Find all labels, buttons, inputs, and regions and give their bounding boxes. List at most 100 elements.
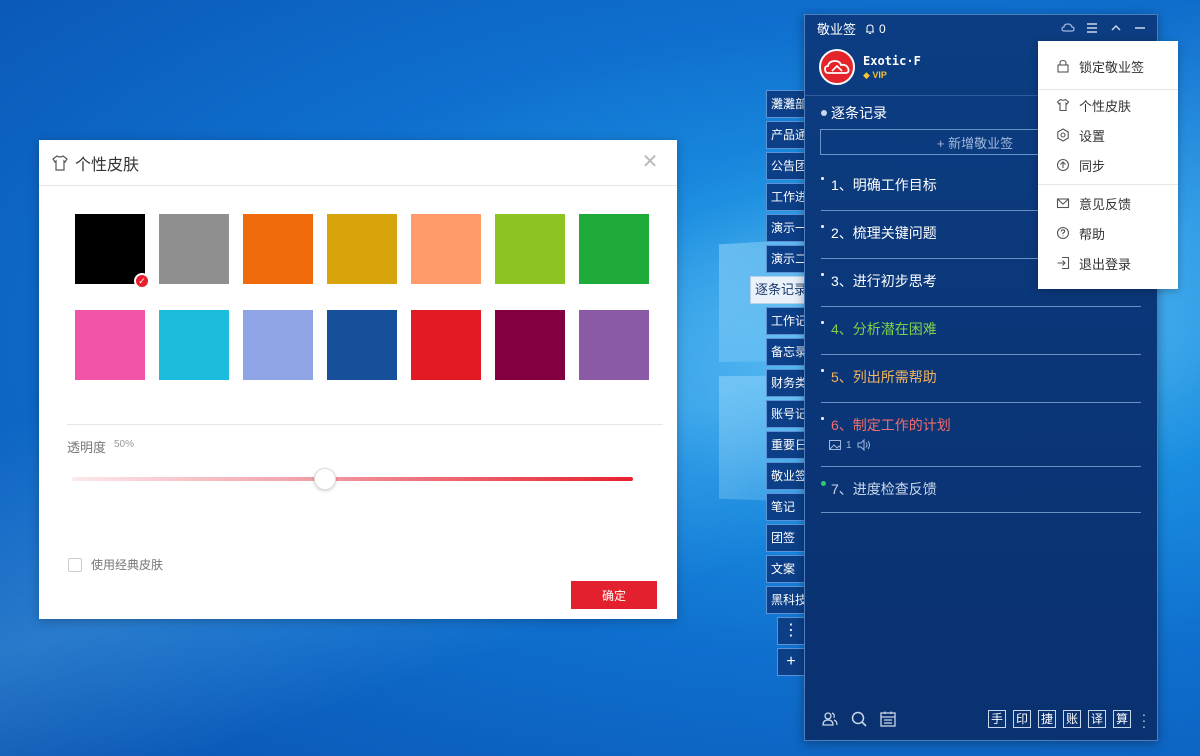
check-icon: ✓ [134, 273, 150, 289]
skin-swatch[interactable] [327, 214, 397, 284]
note-attachments: 1 [829, 439, 871, 451]
category-tab[interactable]: 财务类 [766, 369, 806, 397]
menu-item-sync[interactable]: 同步 [1038, 151, 1178, 179]
menu-item-help[interactable]: 帮助 [1038, 219, 1178, 247]
category-tab[interactable]: 演示一 [766, 214, 806, 242]
dialog-divider [67, 424, 663, 425]
category-tab[interactable]: 文案 [766, 555, 806, 583]
classic-skin-option[interactable]: 使用经典皮肤 [68, 556, 163, 573]
menu-item-label: 退出登录 [1079, 256, 1132, 272]
more-vertical-icon[interactable]: · · · [1141, 707, 1147, 733]
note-bullet-icon [821, 481, 826, 486]
opacity-slider-track[interactable] [72, 477, 633, 481]
note-item[interactable]: 6、制定工作的计划 1 [821, 403, 1141, 467]
collapse-icon[interactable] [1109, 21, 1123, 35]
logout-icon [1057, 256, 1070, 270]
category-tab[interactable]: 敬业签 [766, 462, 806, 490]
category-tab[interactable]: 工作进 [766, 183, 806, 211]
skin-swatch[interactable] [159, 310, 229, 380]
bottom-left-tools [821, 710, 897, 728]
section-title: 逐条记录 [821, 103, 887, 123]
skin-swatch[interactable] [243, 214, 313, 284]
note-bullet-icon [821, 321, 824, 324]
skin-swatch[interactable] [327, 310, 397, 380]
notification-indicator[interactable]: 0 [864, 22, 886, 36]
more-tabs-icon[interactable]: ⋮ [777, 617, 805, 645]
category-tab[interactable]: 黑科技 [766, 586, 806, 614]
category-tab[interactable]: 灘灘部 [766, 90, 806, 118]
category-tab[interactable]: 工作记 [766, 307, 806, 335]
search-icon[interactable] [850, 710, 868, 728]
category-tab[interactable]: 逐条记录 [750, 276, 806, 304]
image-icon [829, 440, 841, 450]
settings-icon [1057, 128, 1069, 142]
attachment-count: 1 [846, 439, 852, 451]
user-profile[interactable]: Exotic·F ◆ VIP [819, 49, 921, 85]
category-tab[interactable]: 笔记 [766, 493, 806, 521]
titlebar-controls [1061, 21, 1147, 35]
skin-swatch[interactable] [411, 214, 481, 284]
skin-dialog: 个性皮肤 ✕ ✓ 透明度 50% 使用经典皮肤 确定 [39, 140, 677, 619]
close-icon[interactable]: ✕ [641, 152, 659, 172]
opacity-label: 透明度 [67, 440, 107, 455]
vip-badge: ◆ VIP [863, 69, 887, 80]
note-item[interactable]: 7、进度检查反馈 [821, 467, 1141, 513]
note-text: 5、列出所需帮助 [831, 369, 937, 385]
category-tab[interactable]: 备忘录 [766, 338, 806, 366]
skin-swatch[interactable] [75, 310, 145, 380]
menu-divider [1038, 184, 1178, 185]
bottom-tool-button[interactable]: 手 [988, 710, 1006, 728]
menu-item-label: 设置 [1079, 128, 1106, 144]
classic-skin-label: 使用经典皮肤 [91, 558, 164, 572]
bottom-tool-button[interactable]: 译 [1088, 710, 1106, 728]
note-bullet-icon [821, 273, 824, 276]
note-item[interactable]: 5、列出所需帮助 [821, 355, 1141, 403]
vip-badge-label: VIP [872, 69, 887, 80]
skin-swatch[interactable]: ✓ [75, 214, 150, 289]
skin-swatch[interactable] [495, 214, 565, 284]
skin-dialog-header: 个性皮肤 [39, 140, 677, 186]
bottom-tool-button[interactable]: 算 [1113, 710, 1131, 728]
ok-button[interactable]: 确定 [571, 581, 657, 609]
menu-item-settings[interactable]: 设置 [1038, 121, 1178, 149]
category-tab[interactable]: 产品通 [766, 121, 806, 149]
skin-swatch[interactable] [159, 214, 229, 284]
menu-item-feedback[interactable]: 意见反馈 [1038, 189, 1178, 217]
menu-item-logout[interactable]: 退出登录 [1038, 249, 1178, 277]
bottom-tool-button[interactable]: 捷 [1038, 710, 1056, 728]
menu-item-label: 意见反馈 [1079, 196, 1132, 212]
skin-swatch[interactable] [495, 310, 565, 380]
skin-swatch-grid: ✓ [75, 214, 649, 380]
skin-swatch[interactable] [579, 310, 649, 380]
bottom-tool-button[interactable]: 账 [1063, 710, 1081, 728]
menu-icon[interactable] [1085, 21, 1099, 35]
skin-swatch[interactable] [579, 214, 649, 284]
category-tab[interactable]: 公告团 [766, 152, 806, 180]
category-tab[interactable]: 账号记 [766, 400, 806, 428]
cloud-icon[interactable] [1061, 21, 1075, 35]
section-dot-icon [821, 110, 827, 116]
menu-item-label: 同步 [1079, 158, 1106, 174]
opacity-slider-thumb[interactable] [314, 468, 337, 490]
category-tab[interactable]: 团签 [766, 524, 806, 552]
note-text: 2、梳理关键问题 [831, 225, 937, 241]
skin-swatch[interactable] [411, 310, 481, 380]
menu-item-skin[interactable]: 个性皮肤 [1038, 91, 1178, 119]
category-tab[interactable]: 重要日 [766, 431, 806, 459]
category-tab[interactable]: 演示二 [766, 245, 806, 273]
add-tab-icon[interactable]: + [777, 648, 805, 676]
note-text: 3、进行初步思考 [831, 273, 937, 289]
bottom-tool-button[interactable]: 印 [1013, 710, 1031, 728]
classic-skin-checkbox[interactable] [68, 557, 82, 572]
menu-item-lock[interactable]: 锁定敬业签 [1038, 52, 1178, 80]
shirt-icon [1056, 98, 1070, 112]
contacts-icon[interactable] [821, 710, 839, 728]
shirt-icon [52, 154, 68, 171]
avatar[interactable] [819, 49, 855, 85]
minimize-icon[interactable] [1133, 21, 1147, 35]
calendar-icon[interactable] [879, 710, 897, 728]
sync-icon [1056, 158, 1070, 172]
skin-swatch[interactable] [243, 310, 313, 380]
user-name: Exotic·F [863, 53, 921, 68]
note-item[interactable]: 4、分析潜在困难 [821, 307, 1141, 355]
